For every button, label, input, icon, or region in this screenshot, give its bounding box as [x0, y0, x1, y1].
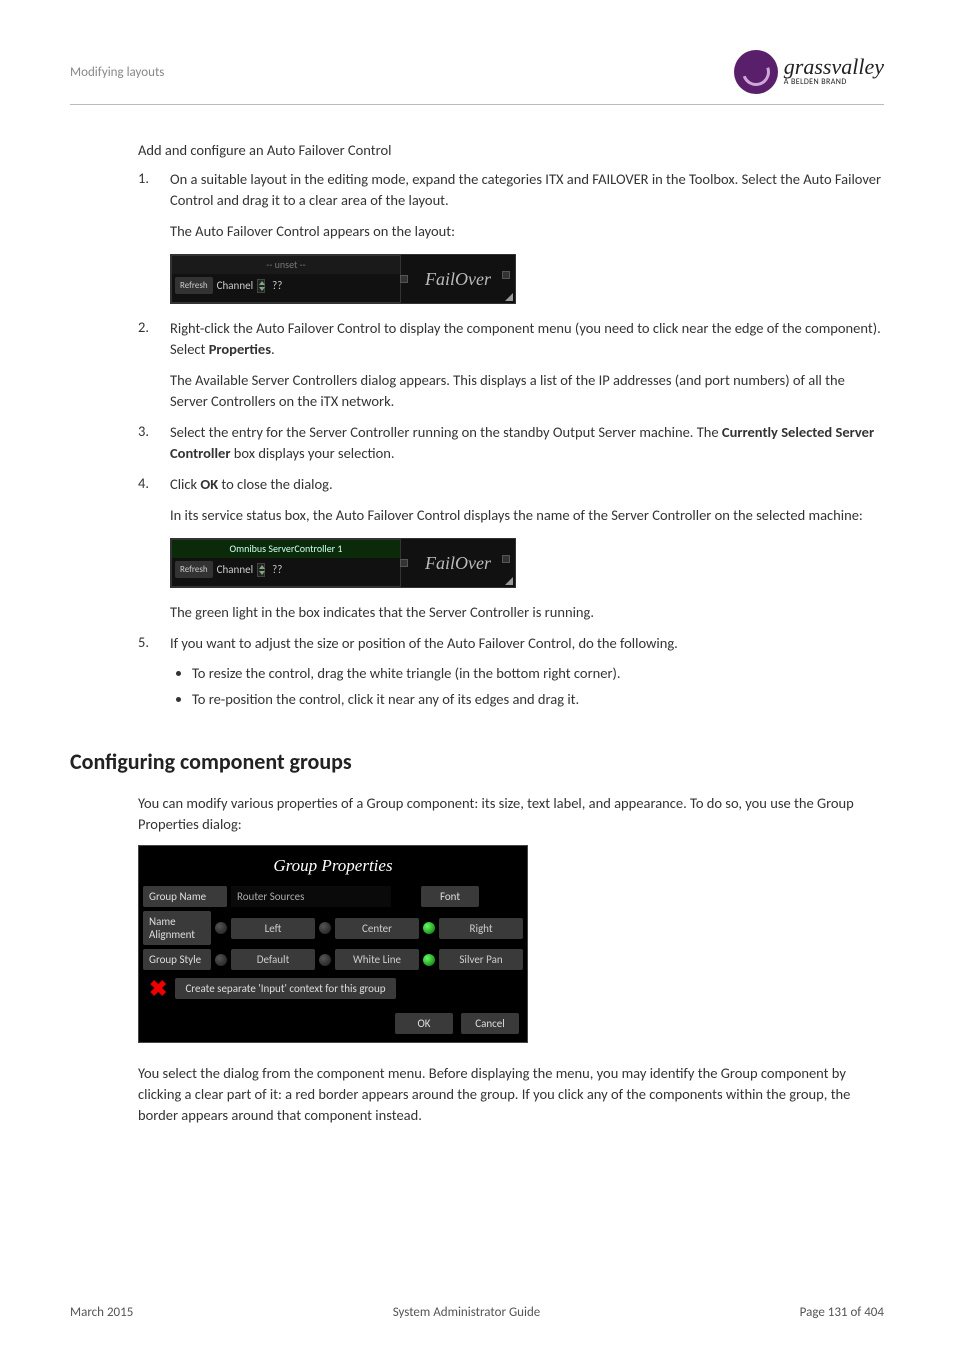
- font-button[interactable]: Font: [421, 886, 479, 907]
- status-led-icon: [502, 555, 510, 563]
- step-3: Select the entry for the Server Controll…: [138, 422, 884, 464]
- step-1: On a suitable layout in the editing mode…: [138, 169, 884, 304]
- step-1-result: The Auto Failover Control appears on the…: [170, 221, 884, 242]
- channel-value: ??: [272, 563, 282, 576]
- failover-label: FailOver: [425, 269, 491, 290]
- resize-handle-icon[interactable]: [505, 577, 513, 585]
- footer-doc-title: System Administrator Guide: [393, 1305, 541, 1320]
- name-alignment-label: Name Alignment: [143, 911, 211, 945]
- failover-status-connected: Omnibus ServerController 1: [172, 540, 400, 558]
- section2-intro: You can modify various properties of a G…: [138, 793, 884, 835]
- footer-page-number: Page 131 of 404: [800, 1305, 884, 1320]
- resize-handle-icon[interactable]: [505, 293, 513, 301]
- step-5-bullet-resize: To resize the control, drag the white tr…: [192, 664, 884, 682]
- step-5: If you want to adjust the size or positi…: [138, 633, 884, 708]
- logo-text-main: grassvalley: [784, 57, 884, 77]
- style-white-line-radio[interactable]: White Line: [319, 949, 419, 970]
- step-5-text: If you want to adjust the size or positi…: [170, 633, 884, 654]
- section-heading-configuring-groups: Configuring component groups: [70, 748, 884, 775]
- step-3-text: Select the entry for the Server Controll…: [170, 422, 884, 464]
- refresh-button[interactable]: Refresh: [175, 561, 213, 578]
- channel-stepper[interactable]: [257, 563, 265, 577]
- failover-control-unset: -- unset -- Refresh Channel ?? FailOver: [170, 254, 516, 304]
- group-properties-dialog: Group Properties Group Name Router Sourc…: [138, 845, 528, 1043]
- align-center-radio[interactable]: Center: [319, 918, 419, 939]
- ok-button[interactable]: OK: [395, 1013, 453, 1034]
- procedure-title: Add and configure an Auto Failover Contr…: [138, 141, 884, 159]
- refresh-button[interactable]: Refresh: [175, 277, 213, 294]
- failover-control-connected: Omnibus ServerController 1 Refresh Chann…: [170, 538, 516, 588]
- dialog-title: Group Properties: [143, 850, 523, 886]
- channel-value: ??: [272, 279, 282, 292]
- channel-stepper[interactable]: [257, 279, 265, 293]
- footer-date: March 2015: [70, 1305, 133, 1320]
- failover-status-unset: -- unset --: [172, 256, 400, 274]
- page-footer: March 2015 System Administrator Guide Pa…: [70, 1305, 884, 1320]
- group-name-field[interactable]: Router Sources: [231, 886, 391, 907]
- style-silver-pan-radio[interactable]: Silver Pan: [423, 949, 523, 970]
- step-2: Right-click the Auto Failover Control to…: [138, 318, 884, 412]
- section2-outro: You select the dialog from the component…: [138, 1063, 884, 1126]
- close-icon[interactable]: ✖: [149, 982, 167, 996]
- status-led-icon: [502, 271, 510, 279]
- status-led-icon: [400, 559, 408, 567]
- failover-label: FailOver: [425, 553, 491, 574]
- step-1-text: On a suitable layout in the editing mode…: [170, 169, 884, 211]
- step-4: Click OK to close the dialog. In its ser…: [138, 474, 884, 623]
- cancel-button[interactable]: Cancel: [461, 1013, 519, 1034]
- input-context-checkbox-label[interactable]: Create separate 'Input' context for this…: [175, 978, 395, 999]
- align-right-radio[interactable]: Right: [423, 918, 523, 939]
- channel-label: Channel: [217, 279, 253, 292]
- header-section-label: Modifying layouts: [70, 65, 164, 80]
- step-4-note: The green light in the box indicates tha…: [170, 602, 884, 623]
- step-4-text: Click OK to close the dialog.: [170, 474, 884, 495]
- step-5-bullet-reposition: To re-position the control, click it nea…: [192, 690, 884, 708]
- logo-text-sub: A BELDEN BRAND: [784, 77, 884, 87]
- logo-mark-icon: [734, 50, 778, 94]
- page-header: Modifying layouts grassvalley A BELDEN B…: [70, 50, 884, 105]
- brand-logo: grassvalley A BELDEN BRAND: [734, 50, 884, 94]
- group-name-label: Group Name: [143, 886, 227, 907]
- step-2-result: The Available Server Controllers dialog …: [170, 370, 884, 412]
- step-4-result: In its service status box, the Auto Fail…: [170, 505, 884, 526]
- align-left-radio[interactable]: Left: [215, 918, 315, 939]
- status-led-icon: [400, 275, 408, 283]
- channel-label: Channel: [217, 563, 253, 576]
- step-2-text: Right-click the Auto Failover Control to…: [170, 318, 884, 360]
- style-default-radio[interactable]: Default: [215, 949, 315, 970]
- group-style-label: Group Style: [143, 949, 211, 970]
